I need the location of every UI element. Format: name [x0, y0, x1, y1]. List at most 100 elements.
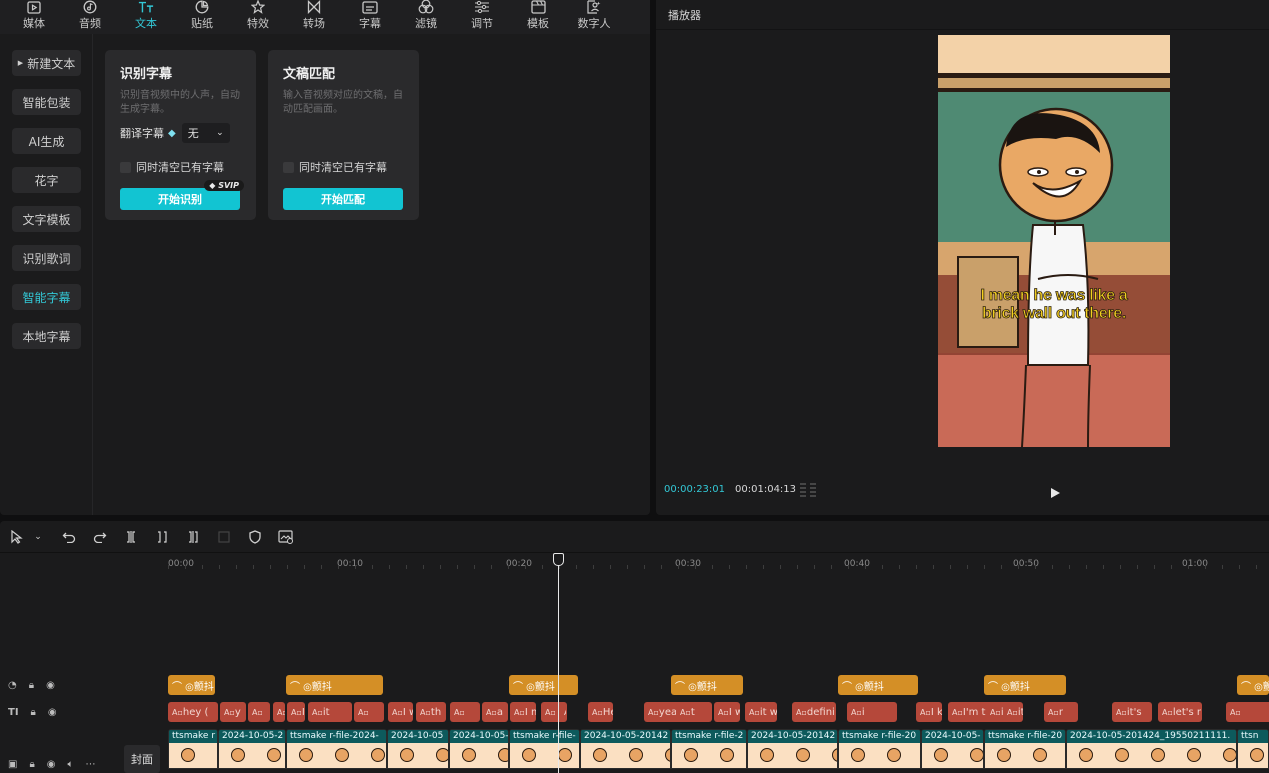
video-clip[interactable]: 2024-10-05-20142: [580, 729, 671, 769]
text-clip[interactable]: A▫ r: [1044, 702, 1078, 722]
text-clip[interactable]: A▫ y: [220, 702, 246, 722]
text-clip[interactable]: A▫ hey (: [168, 702, 218, 722]
video-clip[interactable]: 2024-10-05-: [449, 729, 509, 769]
text-clip[interactable]: A▫ but y: [560, 702, 566, 722]
video-clip[interactable]: 2024-10-05-: [921, 729, 984, 769]
text-clip-label: th: [430, 706, 442, 718]
text-clip[interactable]: A▫: [354, 702, 384, 722]
text-clip[interactable]: A▫ I w: [388, 702, 413, 722]
cover-button[interactable]: 封面: [124, 745, 160, 773]
volume-icon[interactable]: 🔈︎: [68, 759, 74, 770]
sidebar-item-smart-package[interactable]: 智能包装: [12, 89, 81, 115]
select-cursor-icon[interactable]: [8, 528, 26, 546]
text-clip[interactable]: A▫ a: [482, 702, 508, 722]
video-clip[interactable]: ttsmake r-file-2: [671, 729, 747, 769]
sidebar-item-smart-subtitle[interactable]: 智能字幕: [12, 284, 81, 310]
tool-sticker[interactable]: 贴纸: [174, 0, 230, 34]
text-clip[interactable]: A▫ it w: [1003, 702, 1023, 722]
video-clip[interactable]: ttsmake r-file-2024-: [286, 729, 387, 769]
effect-clip[interactable]: ⌒ ◎ 颤抖: [1237, 675, 1269, 695]
waveform-icon[interactable]: [798, 482, 818, 498]
sidebar-item-ai-generate[interactable]: AI生成: [12, 128, 81, 154]
text-clip[interactable]: A▫ I wa: [714, 702, 740, 722]
eye-icon[interactable]: ◉: [47, 759, 56, 770]
translate-select[interactable]: 无 ⌄: [181, 123, 230, 143]
split-icon[interactable]: [122, 528, 140, 546]
text-clip[interactable]: A▫ defini: [792, 702, 836, 722]
chevron-down-icon[interactable]: ⌄: [29, 528, 47, 546]
video-clip[interactable]: ttsmake r-file-: [509, 729, 580, 769]
text-clip[interactable]: A▫: [248, 702, 270, 722]
playhead-line[interactable]: [558, 553, 559, 773]
more-icon[interactable]: ⋯: [86, 759, 96, 770]
tool-effects[interactable]: 特效: [230, 0, 286, 34]
eye-icon[interactable]: ◉: [46, 680, 55, 691]
checkbox-box[interactable]: [120, 161, 131, 173]
tool-filter[interactable]: 滤镜: [398, 0, 454, 34]
text-clip[interactable]: A▫: [450, 702, 480, 722]
video-preview[interactable]: I mean he was like a brick wall out ther…: [938, 35, 1170, 447]
tool-media[interactable]: 媒体: [6, 0, 62, 34]
sidebar-item-recognize-lyrics[interactable]: 识别歌词: [12, 245, 81, 271]
text-clip[interactable]: A▫ i: [847, 702, 897, 722]
video-clip[interactable]: ttsn: [1237, 729, 1269, 769]
sidebar-item-new-text[interactable]: ▶ 新建文本: [12, 50, 81, 76]
checkbox-box[interactable]: [283, 161, 294, 173]
sidebar-item-fancy-text[interactable]: 花字: [12, 167, 81, 193]
tool-template[interactable]: 模板: [510, 0, 566, 34]
text-clip[interactable]: A▫: [273, 702, 285, 722]
tool-text[interactable]: 文本: [118, 0, 174, 34]
undo-icon[interactable]: [60, 528, 78, 546]
text-clip[interactable]: A▫ He: [588, 702, 613, 722]
playhead-handle[interactable]: [553, 553, 564, 566]
effect-clip[interactable]: ⌒ ◎ 颤抖: [671, 675, 743, 695]
delete-left-icon[interactable]: [153, 528, 171, 546]
lock-icon[interactable]: 🔒︎: [31, 707, 36, 718]
start-match-button[interactable]: 开始匹配: [283, 188, 403, 210]
tool-digital-human[interactable]: 数字人: [566, 0, 622, 34]
effect-clip[interactable]: ⌒ ◎ 颤抖: [286, 675, 383, 695]
start-recognize-button[interactable]: 开始识别 ◆ SVIP: [120, 180, 244, 210]
clear-existing-checkbox[interactable]: 同时清空已有字幕: [283, 159, 387, 175]
tool-subtitle[interactable]: 字幕: [342, 0, 398, 34]
tool-transition[interactable]: 转场: [286, 0, 342, 34]
video-clip[interactable]: ttsmake r: [168, 729, 218, 769]
lock-icon[interactable]: 🔒︎: [29, 759, 34, 770]
text-clip[interactable]: A▫ I know n: [916, 702, 942, 722]
tool-audio[interactable]: 音频: [62, 0, 118, 34]
effect-clip[interactable]: ⌒ ◎ 颤抖: [984, 675, 1066, 695]
text-clip[interactable]: A▫ let's r: [1158, 702, 1202, 722]
text-clip-label: y: [234, 706, 241, 718]
text-clip[interactable]: A▫ it wa: [745, 702, 777, 722]
video-clip[interactable]: 2024-10-05: [387, 729, 449, 769]
eye-icon[interactable]: ◉: [48, 707, 57, 718]
text-clip[interactable]: A▫ it's: [1112, 702, 1152, 722]
text-clip[interactable]: A▫: [1226, 702, 1269, 722]
effect-clip[interactable]: ⌒ ◎ 颤抖: [509, 675, 578, 695]
video-clip[interactable]: ttsmake r-file-20: [838, 729, 921, 769]
redo-icon[interactable]: [91, 528, 109, 546]
video-clip[interactable]: 2024-10-05-20142: [747, 729, 838, 769]
text-clip[interactable]: A▫ t: [676, 702, 712, 722]
effect-clip[interactable]: ⌒ ◎ 颤抖: [838, 675, 918, 695]
video-clip[interactable]: ttsmake r-file-20: [984, 729, 1066, 769]
text-clip[interactable]: A▫ I coul: [287, 702, 305, 722]
time-ruler[interactable]: 00:00 00:10 00:20 00:30 00:40 00:50 01:0…: [168, 553, 1269, 573]
image-edit-icon[interactable]: [277, 528, 295, 546]
shield-icon[interactable]: [246, 528, 264, 546]
sidebar-item-local-subtitle[interactable]: 本地字幕: [12, 323, 81, 349]
effect-track-icon: ◔: [8, 679, 17, 691]
effect-clip[interactable]: ⌒ ◎ 颤抖: [168, 675, 215, 695]
text-clip[interactable]: A▫ I m: [510, 702, 536, 722]
sidebar-item-text-template[interactable]: 文字模板: [12, 206, 81, 232]
text-clip[interactable]: A▫ it: [308, 702, 352, 722]
lock-icon[interactable]: 🔒︎: [29, 680, 34, 691]
clear-existing-checkbox[interactable]: 同时清空已有字幕: [120, 159, 224, 175]
video-clip[interactable]: 2024-10-05-201424_19550211111.: [1066, 729, 1237, 769]
tool-adjust[interactable]: 调节: [454, 0, 510, 34]
text-clip[interactable]: A▫ th: [416, 702, 446, 722]
play-icon[interactable]: [1049, 484, 1061, 498]
delete-right-icon[interactable]: [184, 528, 202, 546]
ruler-tick: [321, 565, 322, 569]
video-clip[interactable]: 2024-10-05-2: [218, 729, 286, 769]
